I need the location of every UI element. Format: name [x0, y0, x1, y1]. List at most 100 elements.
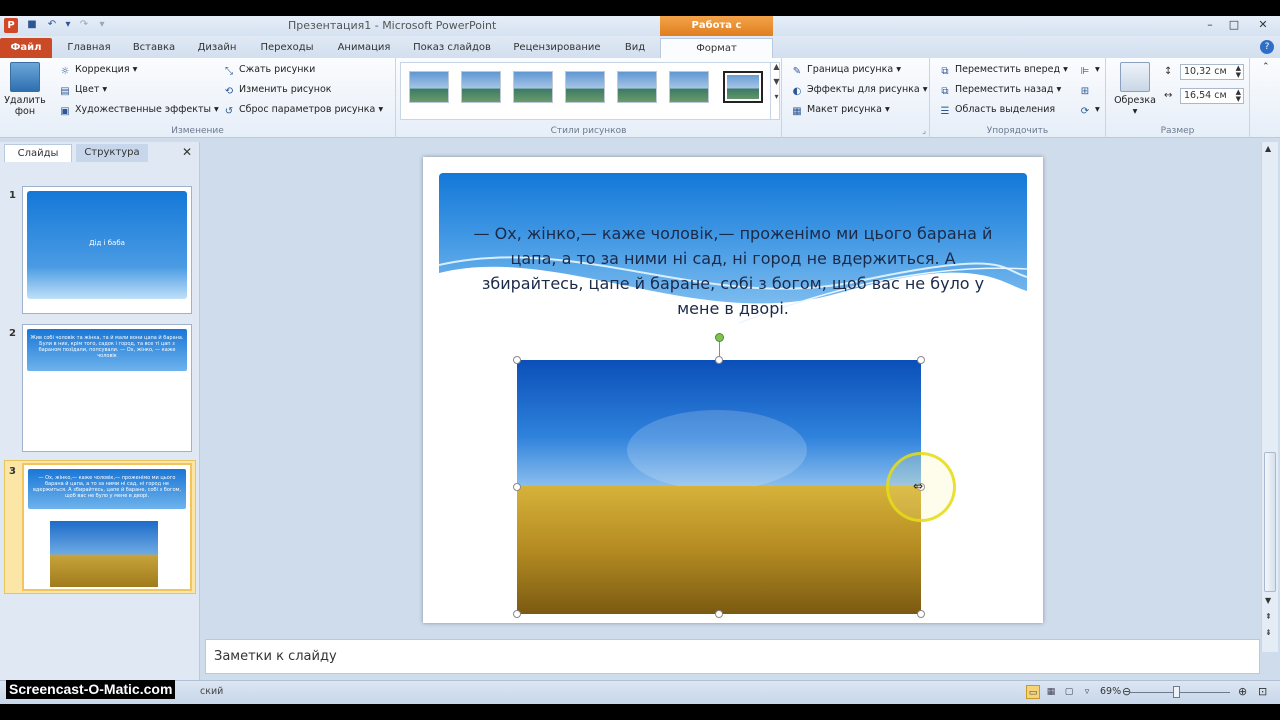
- tab-transitions[interactable]: Переходы: [252, 38, 322, 58]
- zoom-slider-track[interactable]: [1130, 692, 1230, 693]
- tab-review[interactable]: Рецензирование: [504, 38, 610, 58]
- pane-close-icon[interactable]: ✕: [182, 145, 192, 159]
- tab-file[interactable]: Файл: [0, 38, 52, 58]
- normal-view-icon[interactable]: ▭: [1026, 685, 1040, 699]
- maximize-icon[interactable]: □: [1224, 18, 1244, 32]
- slideshow-view-icon[interactable]: ▿: [1080, 685, 1094, 699]
- previous-slide-icon[interactable]: ⇞: [1265, 612, 1272, 621]
- tab-home[interactable]: Главная: [58, 38, 120, 58]
- picture-style-7[interactable]: [723, 71, 763, 103]
- effects-icon: ◐: [792, 86, 802, 97]
- notes-pane[interactable]: Заметки к слайду: [205, 639, 1260, 674]
- picture-style-4[interactable]: [565, 71, 605, 103]
- height-spinner-icon[interactable]: ▲ ▼: [1236, 65, 1241, 79]
- selected-picture[interactable]: [517, 360, 921, 614]
- crop-button[interactable]: Обрезка ▾: [1112, 62, 1158, 117]
- tab-slides[interactable]: Слайды: [4, 144, 72, 162]
- color-button[interactable]: ▤ Цвет ▾: [58, 82, 107, 98]
- picture-effects-button[interactable]: ◐ Эффекты для рисунка ▾: [790, 82, 928, 98]
- send-backward-icon: ⧉: [941, 86, 949, 97]
- picture-style-5[interactable]: [617, 71, 657, 103]
- tab-format[interactable]: Формат: [660, 38, 773, 58]
- slide-sorter-view-icon[interactable]: ▦: [1044, 685, 1058, 699]
- resize-handle-ne[interactable]: [917, 356, 925, 364]
- scroll-thumb[interactable]: [1264, 452, 1276, 592]
- resize-handle-s[interactable]: [715, 610, 723, 618]
- zoom-slider-knob[interactable]: [1173, 686, 1180, 698]
- rotation-handle[interactable]: [715, 333, 724, 342]
- slide-thumbnail-1[interactable]: Дід і баба: [22, 186, 192, 314]
- title-bar: P ■ ↶ ▾ ↷ ▾ Презентация1 - Microsoft Pow…: [0, 16, 1280, 51]
- undo-icon[interactable]: ↶: [46, 19, 58, 31]
- resize-handle-n[interactable]: [715, 356, 723, 364]
- tab-insert[interactable]: Вставка: [124, 38, 184, 58]
- reset-picture-button[interactable]: ↺ Сброс параметров рисунка ▾: [222, 102, 383, 118]
- send-backward-button[interactable]: ⧉ Переместить назад ▾: [938, 82, 1061, 98]
- format-dialog-launcher-icon[interactable]: ⌟: [922, 126, 926, 135]
- gallery-down-icon[interactable]: ▼: [771, 77, 782, 86]
- resize-handle-nw[interactable]: [513, 356, 521, 364]
- tab-design[interactable]: Дизайн: [188, 38, 246, 58]
- undo-dropdown-icon[interactable]: ▾: [62, 19, 74, 31]
- picture-style-2[interactable]: [461, 71, 501, 103]
- powerpoint-logo-icon[interactable]: P: [4, 18, 18, 33]
- picture-style-1[interactable]: [409, 71, 449, 103]
- height-icon: ↕: [1164, 66, 1173, 77]
- gallery-more-icon[interactable]: ▾: [771, 92, 782, 101]
- slide-thumbnail-3[interactable]: — Ох, жінко,— каже чоловік,— проженімо м…: [22, 463, 192, 591]
- vertical-scrollbar[interactable]: ▲ ▼ ⇞ ⇟: [1261, 142, 1278, 652]
- fit-to-window-icon[interactable]: ⊡: [1258, 685, 1267, 698]
- align-button[interactable]: ⊫ ▾: [1078, 62, 1100, 78]
- picture-style-6[interactable]: [669, 71, 709, 103]
- picture-layout-button[interactable]: ▦ Макет рисунка ▾: [790, 102, 890, 118]
- width-spinner-icon[interactable]: ▲ ▼: [1236, 89, 1241, 103]
- compress-pictures-button[interactable]: ⤡ Сжать рисунки: [222, 62, 315, 78]
- color-palette-icon: ▤: [60, 86, 70, 97]
- ribbon-collapse-icon[interactable]: ⌃: [1262, 62, 1270, 72]
- slide-body-text[interactable]: — Ох, жінко,— каже чоловік,— проженімо м…: [459, 221, 1007, 321]
- correction-button[interactable]: ☼ Коррекция ▾: [58, 62, 138, 78]
- redo-icon[interactable]: ↷: [78, 19, 90, 31]
- minimize-icon[interactable]: –: [1200, 18, 1220, 32]
- width-icon: ↔: [1164, 90, 1173, 101]
- artistic-effects-button[interactable]: ▣ Художественные эффекты ▾: [58, 102, 219, 118]
- next-slide-icon[interactable]: ⇟: [1265, 628, 1272, 637]
- tab-animation[interactable]: Анимация: [328, 38, 400, 58]
- width-input[interactable]: 16,54 см ▲ ▼: [1180, 88, 1244, 104]
- zoom-level[interactable]: 69%: [1100, 686, 1121, 697]
- selection-pane-label: Область выделения: [955, 104, 1056, 115]
- tab-outline[interactable]: Структура: [76, 144, 148, 162]
- change-picture-icon: ⟲: [224, 86, 234, 97]
- resize-handle-w[interactable]: [513, 483, 521, 491]
- language-status[interactable]: ский: [200, 686, 223, 697]
- bring-forward-label: Переместить вперед: [955, 64, 1061, 75]
- gallery-scroll[interactable]: ▲ ▼ ▾: [770, 62, 782, 120]
- tab-view[interactable]: Вид: [616, 38, 654, 58]
- picture-style-3[interactable]: [513, 71, 553, 103]
- height-value: 10,32 см: [1184, 66, 1227, 77]
- scroll-up-icon[interactable]: ▲: [1265, 144, 1271, 153]
- tab-slideshow[interactable]: Показ слайдов: [406, 38, 498, 58]
- gallery-up-icon[interactable]: ▲: [771, 62, 782, 71]
- scroll-down-icon[interactable]: ▼: [1265, 596, 1271, 605]
- group-objects-button[interactable]: ⊞: [1078, 82, 1095, 98]
- resize-handle-sw[interactable]: [513, 610, 521, 618]
- help-icon[interactable]: ?: [1260, 40, 1274, 54]
- artistic-effects-icon: ▣: [60, 106, 70, 117]
- height-input[interactable]: 10,32 см ▲ ▼: [1180, 64, 1244, 80]
- resize-handle-se[interactable]: [917, 610, 925, 618]
- zoom-in-icon[interactable]: ⊕: [1238, 685, 1247, 698]
- picture-border-button[interactable]: ✎ Граница рисунка ▾: [790, 62, 901, 78]
- reading-view-icon[interactable]: ▢: [1062, 685, 1076, 699]
- save-icon[interactable]: ■: [26, 19, 38, 31]
- selection-pane-button[interactable]: ☰ Область выделения: [938, 102, 1056, 118]
- close-icon[interactable]: ✕: [1250, 18, 1276, 32]
- customize-qat-icon[interactable]: ▾: [96, 19, 108, 31]
- correction-label: Коррекция: [75, 64, 130, 75]
- change-picture-button[interactable]: ⟲ Изменить рисунок: [222, 82, 332, 98]
- slide-thumbnail-2[interactable]: Жив собі чоловік та жінка, та й мали вон…: [22, 324, 192, 452]
- remove-background-button[interactable]: Удалить фон: [2, 62, 48, 117]
- rotate-button[interactable]: ⟳ ▾: [1078, 102, 1100, 118]
- bring-forward-button[interactable]: ⧉ Переместить вперед ▾: [938, 62, 1067, 78]
- crop-label: Обрезка: [1114, 95, 1156, 106]
